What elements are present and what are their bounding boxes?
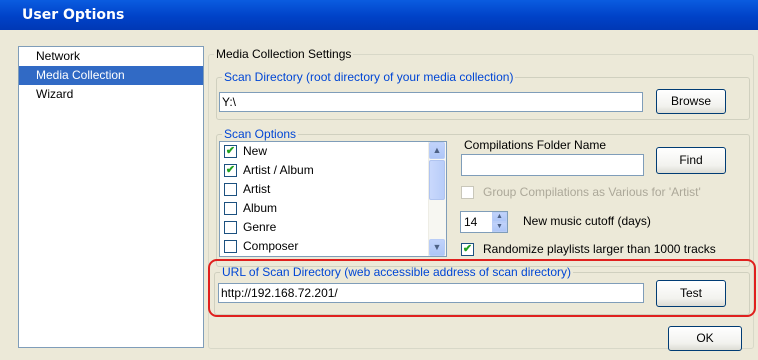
- compilations-folder-label: Compilations Folder Name: [464, 138, 607, 152]
- ok-button[interactable]: OK: [668, 326, 742, 351]
- scan-option-album[interactable]: Album: [220, 199, 446, 218]
- nav-item-network[interactable]: Network: [19, 47, 203, 66]
- scan-options-legend: Scan Options: [224, 127, 297, 141]
- checkbox-checked-icon[interactable]: ✔: [224, 164, 237, 177]
- checkbox-checked-icon[interactable]: ✔: [224, 145, 237, 158]
- group-compilations-label: Group Compilations as Various for 'Artis…: [483, 185, 701, 199]
- randomize-playlists-label: Randomize playlists larger than 1000 tra…: [483, 242, 716, 256]
- scan-options-scrollbar[interactable]: ▲ ▼: [428, 142, 446, 256]
- scan-option-new[interactable]: ✔ New: [220, 142, 446, 161]
- scroll-thumb[interactable]: [429, 160, 445, 200]
- checkbox-unchecked-icon[interactable]: [224, 183, 237, 196]
- scan-directory-legend: Scan Directory (root directory of your m…: [224, 70, 514, 84]
- spin-down-arrow-icon[interactable]: ▼: [492, 222, 507, 232]
- scan-directory-input[interactable]: Y:\: [219, 92, 643, 112]
- checkbox-disabled-icon[interactable]: [461, 186, 474, 199]
- new-music-cutoff-label: New music cutoff (days): [523, 214, 651, 228]
- url-highlight-annotation: [208, 259, 756, 317]
- checkbox-unchecked-icon[interactable]: [224, 202, 237, 215]
- browse-button[interactable]: Browse: [656, 89, 726, 114]
- scan-option-label: Artist / Album: [243, 163, 314, 177]
- find-button[interactable]: Find: [656, 147, 726, 174]
- checkbox-unchecked-icon[interactable]: [224, 240, 237, 253]
- scan-option-label: Artist: [243, 182, 271, 196]
- scan-option-artist-album[interactable]: ✔ Artist / Album: [220, 161, 446, 180]
- options-nav-list[interactable]: Network Media Collection Wizard: [18, 46, 204, 348]
- compilations-folder-input[interactable]: [461, 154, 644, 176]
- cutoff-value: 14: [464, 215, 478, 229]
- scan-option-genre[interactable]: Genre: [220, 218, 446, 237]
- nav-item-wizard[interactable]: Wizard: [19, 85, 203, 104]
- checkbox-unchecked-icon[interactable]: [224, 221, 237, 234]
- scan-option-label: Composer: [243, 239, 299, 253]
- spin-up-arrow-icon[interactable]: ▲: [492, 212, 507, 222]
- scan-options-list[interactable]: ✔ New ✔ Artist / Album Artist Album Genre …: [219, 141, 447, 257]
- spinner-buttons[interactable]: ▲ ▼: [492, 212, 507, 232]
- scan-option-label: New: [243, 144, 268, 158]
- window-title: User Options: [22, 7, 125, 23]
- scroll-down-arrow-icon[interactable]: ▼: [429, 239, 445, 256]
- title-bar[interactable]: User Options: [0, 0, 758, 30]
- new-music-cutoff-spinner[interactable]: 14 ▲ ▼: [460, 211, 508, 233]
- scan-option-artist[interactable]: Artist: [220, 180, 446, 199]
- checkbox-checked-icon[interactable]: ✔: [461, 243, 474, 256]
- media-collection-settings-legend: Media Collection Settings: [216, 47, 352, 61]
- nav-item-media-collection[interactable]: Media Collection: [19, 66, 203, 85]
- scroll-up-arrow-icon[interactable]: ▲: [429, 142, 445, 159]
- scan-option-composer[interactable]: Composer: [220, 237, 446, 256]
- scan-option-label: Album: [243, 201, 278, 215]
- scan-option-label: Genre: [243, 220, 277, 234]
